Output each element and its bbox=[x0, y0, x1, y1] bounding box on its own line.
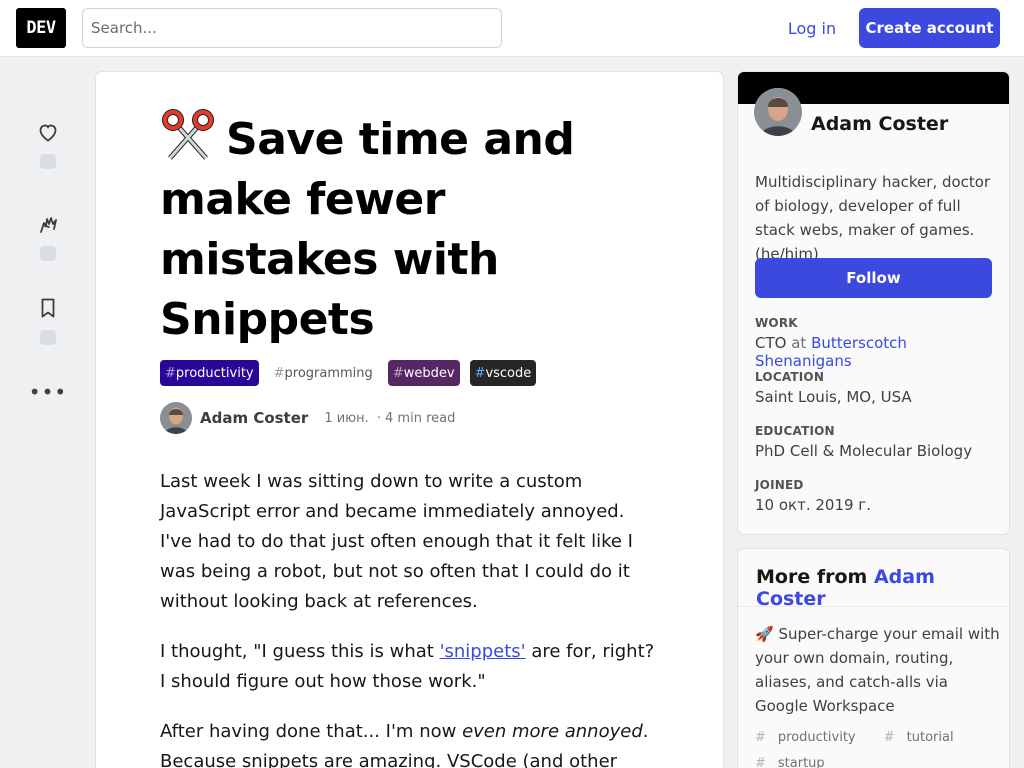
joined-value: 10 окт. 2019 г. bbox=[755, 496, 871, 514]
heart-icon bbox=[39, 124, 57, 142]
like-reaction[interactable] bbox=[28, 120, 68, 169]
article-card: Save time and make fewer mistakes with S… bbox=[96, 72, 723, 768]
more-icon[interactable]: ••• bbox=[28, 382, 68, 402]
top-navbar: DEV Log in Create account bbox=[0, 0, 1024, 57]
author-profile-card: Adam Coster Multidisciplinary hacker, do… bbox=[738, 72, 1009, 534]
avatar[interactable] bbox=[160, 402, 192, 434]
author-name[interactable]: Adam Coster bbox=[200, 409, 308, 427]
profile-location: Location Saint Louis, MO, USA bbox=[755, 370, 1000, 406]
tag-webdev[interactable]: # webdev bbox=[387, 360, 460, 386]
education-label: Education bbox=[755, 424, 835, 438]
save-count bbox=[40, 330, 56, 345]
more-from-post-link[interactable]: 🚀 Super-charge your email with your own … bbox=[755, 622, 1000, 718]
more-from-header: More from Adam Coster bbox=[738, 549, 1009, 610]
tag-programming[interactable]: # programming bbox=[269, 360, 378, 386]
article-title-text: Save time and make fewer mistakes with S… bbox=[160, 114, 575, 345]
location-label: Location bbox=[755, 370, 825, 384]
article-byline: Adam Coster 1 июн. · 4 min read bbox=[160, 402, 455, 434]
more-from-card: More from Adam Coster 🚀 Super-charge you… bbox=[738, 549, 1009, 768]
bookmark-icon bbox=[41, 298, 55, 318]
more-from-post-tags: #productivity #tutorial #startup #google bbox=[755, 725, 1000, 768]
profile-education: Education PhD Cell & Molecular Biology bbox=[755, 424, 1000, 460]
profile-bio: Multidisciplinary hacker, doctor of biol… bbox=[755, 173, 991, 263]
tag-link[interactable]: # tutorial bbox=[884, 730, 966, 745]
tag-vscode[interactable]: # vscode bbox=[469, 360, 537, 386]
tag-link[interactable]: # startup bbox=[755, 756, 837, 768]
login-link[interactable]: Log in bbox=[776, 8, 848, 48]
paragraph: Last week I was sitting down to write a … bbox=[160, 471, 633, 612]
education-value: PhD Cell & Molecular Biology bbox=[755, 442, 973, 460]
scissors-icon bbox=[162, 109, 214, 160]
joined-label: Joined bbox=[755, 478, 804, 492]
dev-logo[interactable]: DEV bbox=[16, 8, 66, 48]
article-body: Last week I was sitting down to write a … bbox=[160, 467, 660, 768]
tag-productivity[interactable]: # productivity bbox=[160, 360, 259, 386]
follow-button[interactable]: Follow bbox=[755, 258, 992, 298]
profile-work: Work CTO at Butterscotch Shenanigans bbox=[755, 316, 1000, 370]
paragraph: After having done that... I'm now even m… bbox=[160, 721, 649, 768]
tag-list: # productivity # programming # webdev # vsco… bbox=[160, 360, 537, 386]
read-time: · 4 min read bbox=[376, 410, 456, 426]
like-count bbox=[40, 154, 56, 169]
location-value: Saint Louis, MO, USA bbox=[755, 388, 912, 406]
publish-date: 1 июн. bbox=[324, 410, 369, 426]
snippets-link[interactable]: 'snippets' bbox=[440, 641, 526, 662]
article-title: Save time and make fewer mistakes with S… bbox=[160, 108, 630, 350]
avatar[interactable] bbox=[754, 88, 802, 136]
profile-joined: Joined 10 окт. 2019 г. bbox=[755, 478, 1000, 514]
tag-link[interactable]: # productivity bbox=[755, 730, 868, 745]
unicorn-icon bbox=[40, 217, 57, 233]
create-account-button[interactable]: Create account bbox=[859, 8, 1000, 48]
unicorn-reaction[interactable] bbox=[28, 212, 68, 261]
search-input[interactable] bbox=[82, 8, 502, 48]
unicorn-count bbox=[40, 246, 56, 261]
profile-name[interactable]: Adam Coster bbox=[811, 113, 948, 135]
work-label: Work bbox=[755, 316, 798, 330]
paragraph: I thought, "I guess this is what 'snippe… bbox=[160, 641, 655, 692]
save-reaction[interactable] bbox=[28, 296, 68, 345]
more-from-title: More from Adam Coster bbox=[756, 566, 935, 610]
